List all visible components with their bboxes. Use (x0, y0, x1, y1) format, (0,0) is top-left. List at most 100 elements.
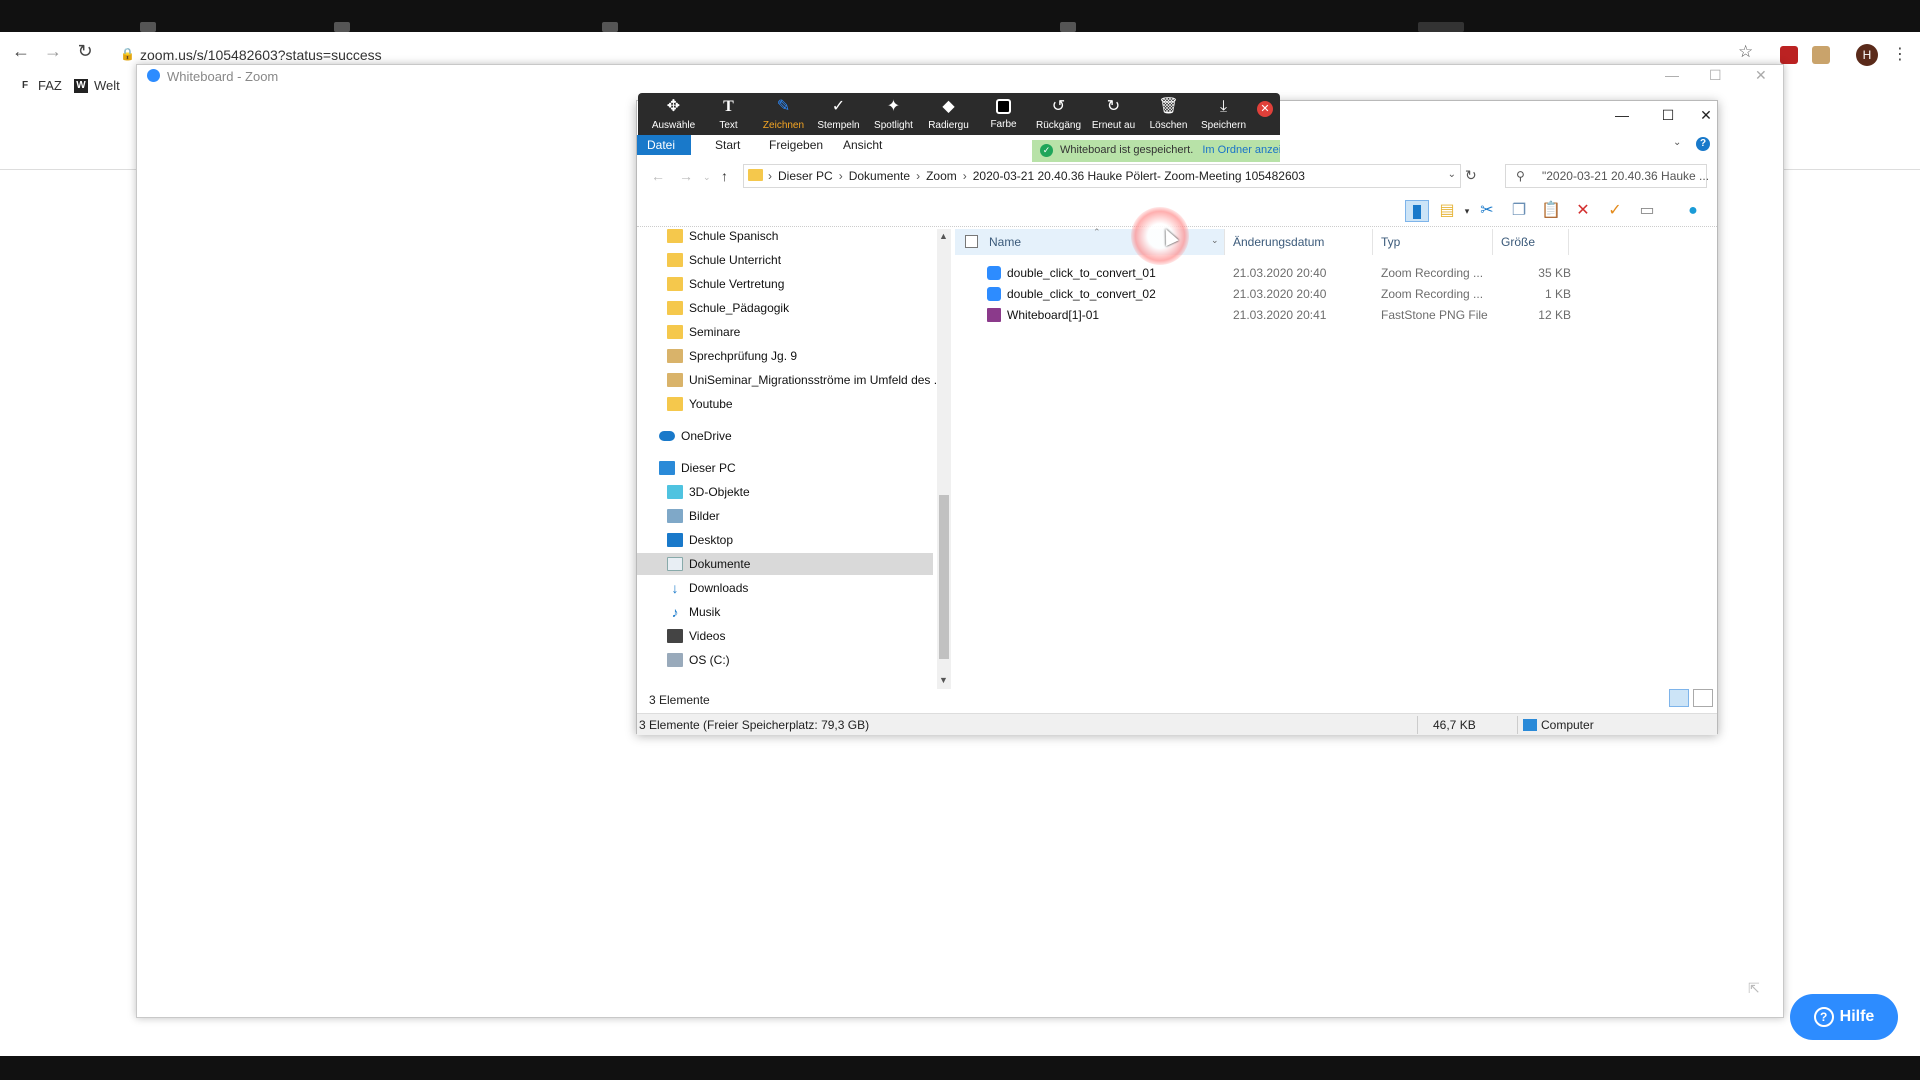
nav-item[interactable]: 3D-Objekte (637, 481, 933, 503)
forward-icon[interactable]: → (42, 40, 64, 62)
nav-item-label: Bilder (689, 509, 720, 523)
breadcrumb-item[interactable]: Dokumente (849, 169, 910, 183)
forward-icon[interactable]: → (679, 168, 693, 184)
close-icon[interactable]: ✕ (1755, 67, 1767, 84)
scrollbar-thumb[interactable] (939, 495, 949, 659)
nav-item[interactable]: ↓ Downloads (637, 577, 933, 599)
search-input[interactable]: ⚲ "2020-03-21 20.40.36 Hauke ... (1505, 164, 1709, 188)
tool-eraser[interactable]: ◆ Radiergu (921, 93, 976, 135)
back-icon[interactable]: ← (651, 168, 665, 184)
tab-favicon[interactable] (140, 22, 156, 32)
paste-icon[interactable]: 📋 (1539, 200, 1563, 222)
column-header-date[interactable]: Änderungsdatum (1227, 229, 1373, 255)
column-header-type[interactable]: Typ (1375, 229, 1493, 255)
tool-select[interactable]: ✥ Auswähle (646, 93, 701, 135)
scroll-up-icon[interactable]: ▲ (939, 231, 948, 241)
sort-ascending-icon: ⌃ (1093, 227, 1101, 237)
share-icon[interactable]: ⇱ (1748, 980, 1760, 997)
reload-icon[interactable]: ↻ (74, 40, 96, 62)
nav-item[interactable]: Desktop (637, 529, 933, 551)
nav-item[interactable]: UniSeminar_Migrationsströme im Umfeld de… (637, 369, 937, 391)
extension-icon[interactable] (1812, 46, 1830, 64)
large-icons-view-button[interactable] (1693, 689, 1713, 707)
nav-item[interactable]: Bilder (637, 505, 933, 527)
maximize-icon[interactable]: ☐ (1645, 107, 1691, 124)
status-location: Computer (1541, 718, 1594, 732)
tool-text[interactable]: T Text (701, 93, 756, 135)
bookmark-welt[interactable]: W Welt (74, 78, 120, 93)
extension-icon[interactable] (1780, 46, 1798, 64)
preview-pane-icon[interactable] (1405, 200, 1429, 222)
file-row[interactable]: Whiteboard[1]-01 21.03.2020 20:41 FastSt… (955, 305, 1715, 326)
tool-color[interactable]: Farbe (976, 93, 1031, 135)
tab-ansicht[interactable]: Ansicht (833, 135, 892, 155)
nav-item[interactable]: Sprechprüfung Jg. 9 (637, 345, 933, 367)
back-icon[interactable]: ← (10, 40, 32, 62)
tool-draw[interactable]: ✎ Zeichnen (756, 93, 811, 135)
copy-icon[interactable]: ❐ (1507, 200, 1531, 222)
url-text[interactable]: zoom.us/s/105482603?status=success (140, 47, 382, 63)
file-row[interactable]: double_click_to_convert_02 21.03.2020 20… (955, 284, 1715, 305)
bookmark-star-icon[interactable]: ☆ (1738, 42, 1753, 62)
globe-icon[interactable]: ● (1681, 200, 1705, 222)
bookmark-faz[interactable]: F FAZ (18, 78, 62, 93)
show-in-folder-link[interactable]: Im Ordner anzeigen (1202, 144, 1280, 156)
nav-item-selected[interactable]: Dokumente (637, 553, 933, 575)
file-name: double_click_to_convert_02 (1007, 287, 1156, 301)
nav-item-dieser-pc[interactable]: Dieser PC (637, 457, 933, 479)
profile-avatar[interactable]: H (1856, 44, 1878, 66)
nav-item[interactable]: ♪ Musik (637, 601, 933, 623)
nav-item[interactable]: Schule_Pädagogik (637, 297, 933, 319)
minimize-icon[interactable]: — (1599, 107, 1645, 123)
tab-favicon[interactable] (1060, 22, 1076, 32)
tool-redo[interactable]: ↻ Erneut au (1086, 93, 1141, 135)
scroll-down-icon[interactable]: ▼ (939, 675, 948, 685)
tool-clear[interactable]: 🗑 Löschen (1141, 93, 1196, 135)
properties-check-icon[interactable]: ✓ (1603, 200, 1627, 222)
nav-item-onedrive[interactable]: OneDrive (637, 425, 933, 447)
tool-save[interactable]: ⤓ Speichern (1196, 93, 1251, 135)
close-toolbar-icon[interactable]: ✕ (1257, 101, 1273, 117)
nav-item[interactable]: Schule Unterricht (637, 249, 933, 271)
tool-spotlight[interactable]: ✦ Spotlight (866, 93, 921, 135)
recent-locations-icon[interactable]: ⌄ (703, 172, 711, 183)
tab-datei[interactable]: Datei (637, 135, 691, 155)
explorer-address-bar[interactable]: › Dieser PC › Dokumente › Zoom › 2020-03… (743, 164, 1461, 188)
minimize-icon[interactable]: — (1665, 67, 1679, 83)
help-icon[interactable]: ? (1696, 137, 1710, 151)
browser-tab-strip[interactable] (0, 0, 1920, 32)
breadcrumb-item[interactable]: Dieser PC (778, 169, 833, 183)
refresh-icon[interactable]: ↻ (1465, 167, 1477, 184)
breadcrumb-item[interactable]: Zoom (926, 169, 957, 183)
tab-start[interactable]: Start (705, 135, 750, 155)
tool-stamp[interactable]: ✓ Stempeln (811, 93, 866, 135)
nav-item[interactable]: OS (C:) (637, 649, 933, 671)
maximize-icon[interactable]: ☐ (1709, 67, 1722, 84)
close-icon[interactable]: ✕ (1691, 107, 1721, 124)
nav-item[interactable]: Schule Spanisch (637, 229, 933, 247)
delete-icon[interactable]: ✕ (1571, 200, 1595, 222)
nav-item[interactable]: Seminare (637, 321, 933, 343)
cut-icon[interactable]: ✂ (1475, 200, 1499, 222)
active-tab[interactable] (1418, 22, 1464, 32)
breadcrumb-item[interactable]: 2020-03-21 20.40.36 Hauke Pölert- Zoom-M… (973, 169, 1305, 183)
up-folder-icon[interactable]: ↑ (721, 168, 728, 184)
chevron-down-icon[interactable]: ⌄ (1448, 169, 1456, 180)
nav-scrollbar[interactable]: ▲ ▼ (937, 229, 951, 689)
help-button[interactable]: ? Hilfe (1790, 994, 1898, 1040)
file-row[interactable]: double_click_to_convert_01 21.03.2020 20… (955, 263, 1715, 284)
tool-undo[interactable]: ↺ Rückgäng (1031, 93, 1086, 135)
rename-icon[interactable]: ▭ (1635, 200, 1659, 222)
details-view-button[interactable] (1669, 689, 1689, 707)
select-all-checkbox[interactable] (965, 235, 978, 248)
tab-favicon[interactable] (334, 22, 350, 32)
ribbon-expand-icon[interactable]: ⌄ (1673, 137, 1681, 148)
nav-item[interactable]: Schule Vertretung (637, 273, 933, 295)
browser-menu-icon[interactable]: ⋮ (1892, 44, 1908, 64)
chevron-down-icon[interactable]: ⌄ (1211, 235, 1219, 246)
column-header-size[interactable]: Größe (1495, 229, 1569, 255)
tab-favicon[interactable] (602, 22, 618, 32)
nav-item[interactable]: Videos (637, 625, 933, 647)
nav-item[interactable]: Youtube (637, 393, 933, 415)
tab-freigeben[interactable]: Freigeben (759, 135, 833, 155)
